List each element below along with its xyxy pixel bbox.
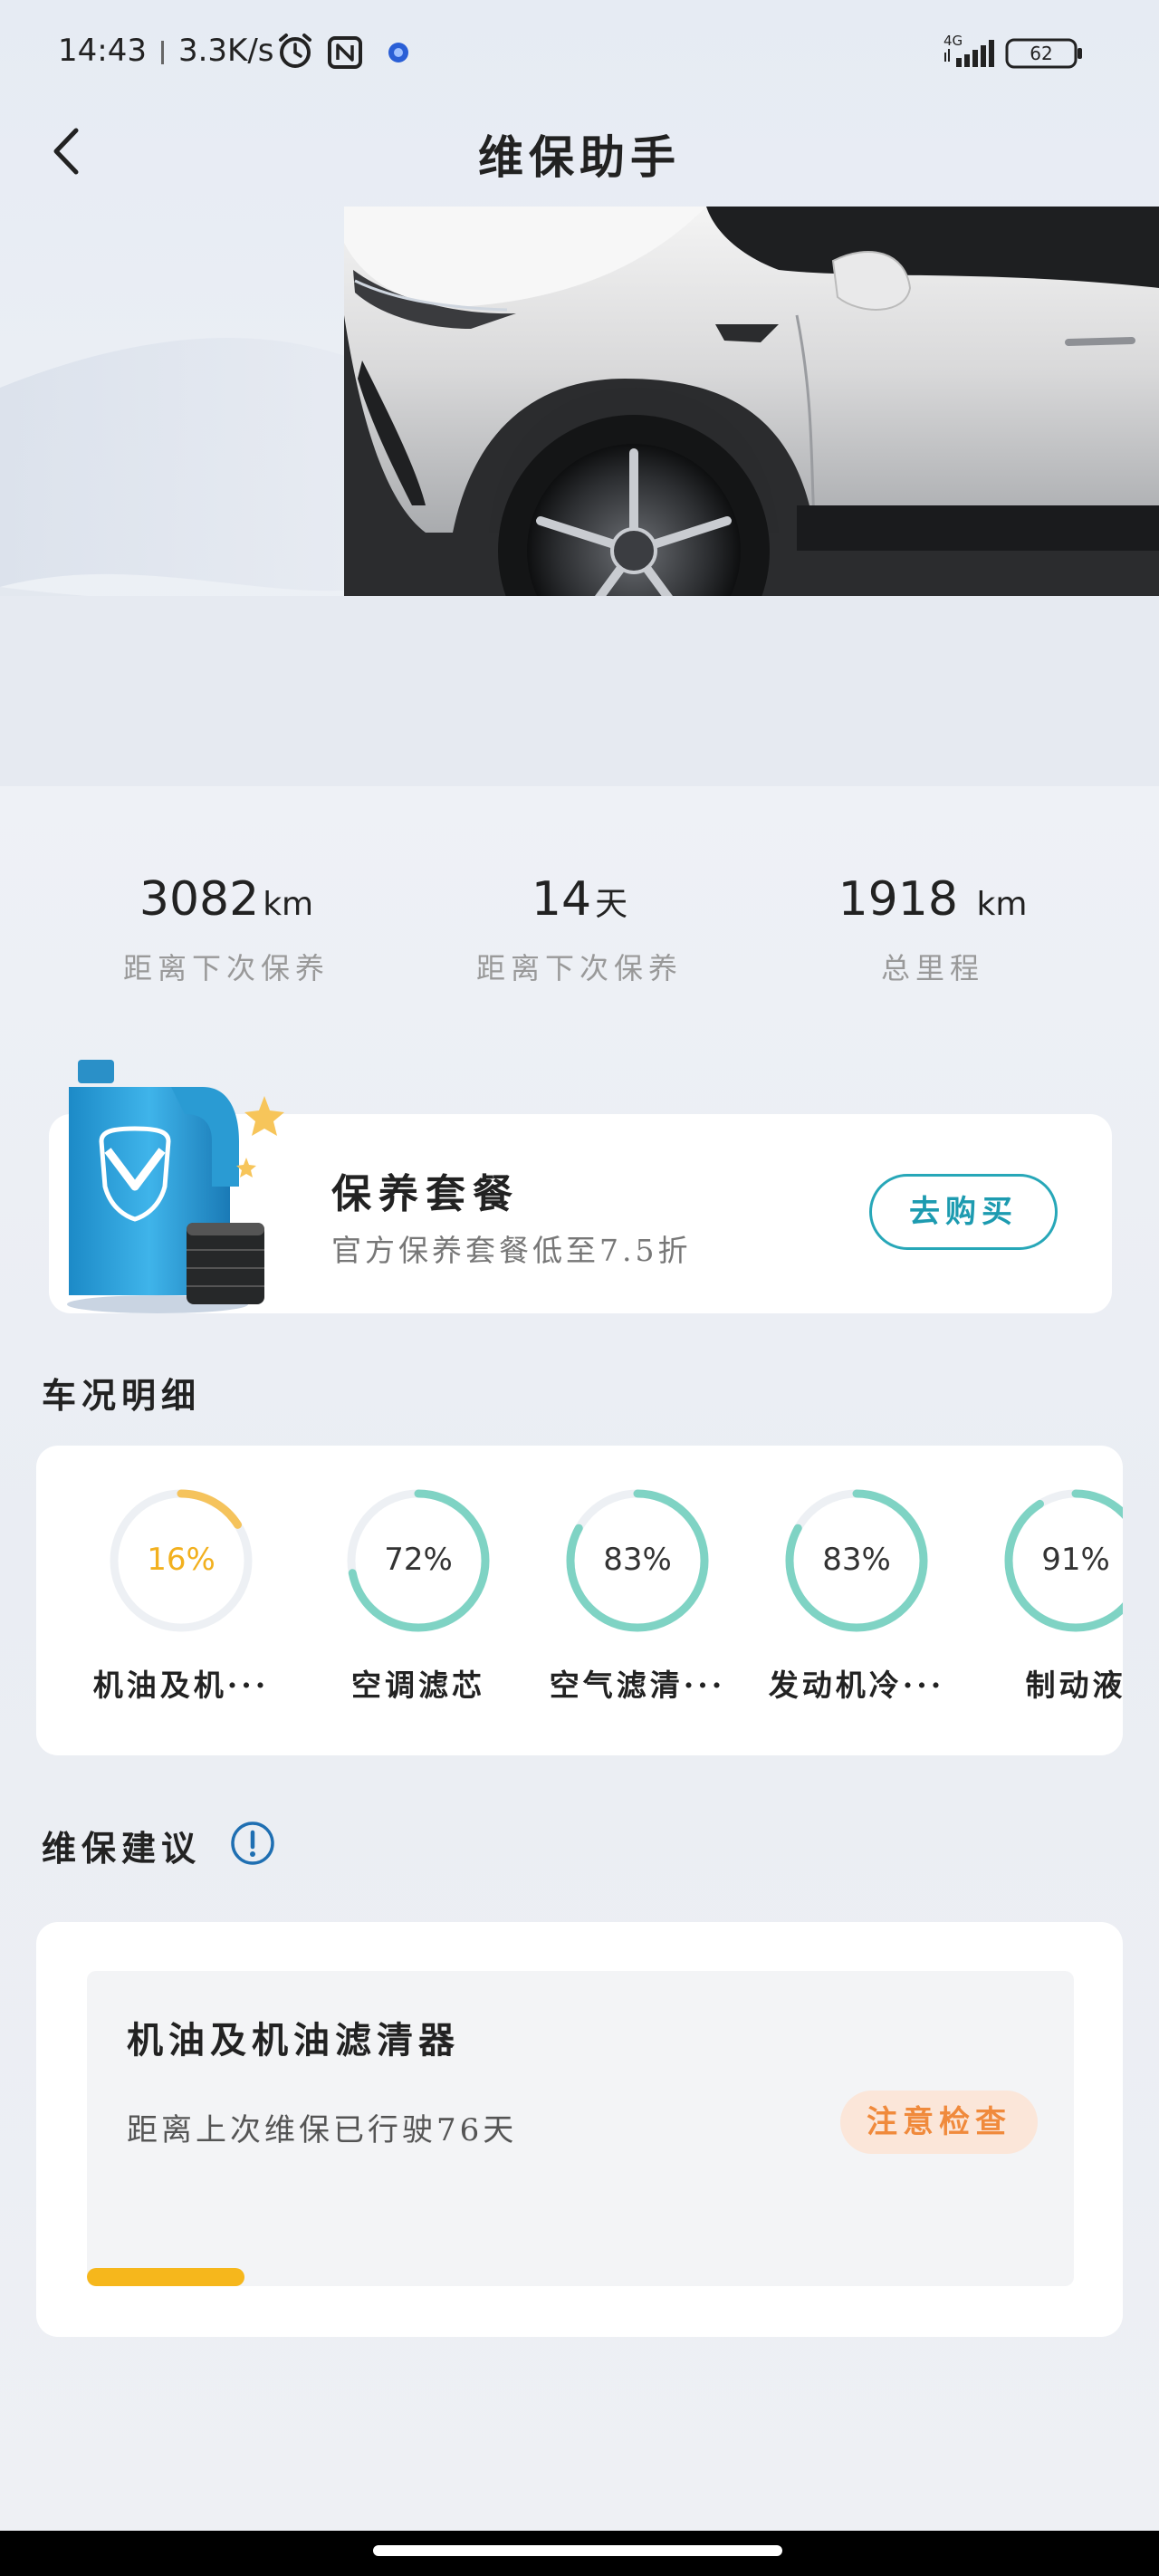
- stat-unit: 天: [595, 886, 628, 923]
- gauge-percent: 72%: [384, 1542, 453, 1578]
- status-net-speed: 3.3K/s: [177, 33, 274, 69]
- gauge-percent: 83%: [603, 1542, 672, 1578]
- gauge-label: 空调滤芯: [351, 1668, 485, 1703]
- signal-battery-icons: 4G 62: [943, 33, 1082, 69]
- status-badge: 注意检查: [840, 2091, 1038, 2154]
- package-title: 保养套餐: [331, 1171, 520, 1217]
- status-icons-left: [273, 33, 418, 72]
- gauge-item[interactable]: 72% 空调滤芯: [310, 1484, 527, 1705]
- suggestion-item-desc: 距离上次维保已行驶76天: [127, 2112, 518, 2148]
- stat-value: 1918: [838, 872, 973, 927]
- stat-value-group: 1918 km: [761, 868, 1105, 937]
- suggestion-progress-fill: [87, 2268, 245, 2286]
- stat-label: 总里程: [880, 951, 984, 985]
- stat-value-group: 3082 km: [54, 868, 398, 937]
- signal-icon: 4G: [943, 33, 994, 67]
- stat-label: 距离下次保养: [475, 951, 683, 985]
- status-separator: [160, 40, 164, 64]
- oil-bottle-icon: [58, 1051, 293, 1322]
- buy-button[interactable]: 去购买: [869, 1174, 1058, 1250]
- system-nav-bar: [0, 2531, 1159, 2576]
- status-time-group: 14:43 3.3K/s: [58, 33, 274, 69]
- car-illustration: [0, 207, 1159, 786]
- gauge-label: 机油及机···: [92, 1668, 270, 1703]
- svg-text:4G: 4G: [943, 33, 963, 49]
- status-bar: 14:43 3.3K/s 4G 62: [0, 0, 1159, 101]
- gauge-item[interactable]: 16% 机油及机···: [72, 1484, 290, 1705]
- package-subtitle: 官方保养套餐低至7.5折: [331, 1233, 692, 1268]
- suggestion-item-title: 机油及机油滤清器: [127, 2019, 460, 2062]
- svg-text:62: 62: [1030, 43, 1052, 64]
- battery-icon: 62: [1005, 38, 1082, 69]
- app-notification-icon: [388, 43, 408, 62]
- stats-row: 3082 km 距离下次保养 14 天 距离下次保养 1918 km 总里程: [0, 868, 1159, 995]
- suggestion-progress-bar: [87, 2268, 1074, 2286]
- app-header: 维保助手: [0, 101, 1159, 207]
- page-title: 维保助手: [478, 130, 681, 184]
- nfc-icon: [328, 36, 362, 69]
- stat-unit: km: [976, 886, 1028, 923]
- gauge-label: 制动液: [1025, 1668, 1123, 1703]
- status-icons-right: 4G 62: [942, 33, 1105, 72]
- suggestion-card: 机油及机油滤清器 距离上次维保已行驶76天 注意检查: [36, 1922, 1123, 2337]
- gauge-item[interactable]: 83% 发动机冷···: [748, 1484, 965, 1705]
- status-time: 14:43: [58, 33, 147, 69]
- stat-total-mileage: 1918 km 总里程: [761, 868, 1105, 987]
- stat-label: 距离下次保养: [122, 951, 330, 985]
- stat-next-maintenance-days: 14 天 距离下次保养: [407, 868, 752, 987]
- stat-value: 14: [531, 872, 592, 927]
- gauge-item[interactable]: 83% 空气滤清···: [529, 1484, 746, 1705]
- alarm-nfc-icons: [279, 34, 408, 69]
- gauge-percent: 83%: [822, 1542, 891, 1578]
- details-section-title: 车况明细: [42, 1375, 202, 1416]
- hero-car-image: [0, 207, 1159, 786]
- gauge-label: 发动机冷···: [768, 1668, 945, 1703]
- gauge-label: 空气滤清···: [549, 1668, 726, 1703]
- home-gesture-handle[interactable]: [373, 2545, 782, 2556]
- gauge-item[interactable]: 91% 制动液: [967, 1484, 1123, 1705]
- suggestion-section-title: 维保建议: [42, 1828, 202, 1869]
- stat-value: 3082: [139, 872, 260, 927]
- info-icon[interactable]: [230, 1821, 275, 1866]
- gauge-percent: 16%: [147, 1542, 216, 1578]
- suggestion-item[interactable]: 机油及机油滤清器 距离上次维保已行驶76天 注意检查: [87, 1971, 1074, 2286]
- gauge-percent: 91%: [1041, 1542, 1110, 1578]
- alarm-icon: [279, 34, 311, 68]
- stat-next-maintenance-distance: 3082 km 距离下次保养: [54, 868, 398, 987]
- vehicle-condition-card: 16% 机油及机··· 72% 空调滤芯 83% 空气滤清··· 83% 发动机冷··· 91%…: [36, 1446, 1123, 1755]
- stat-unit: km: [263, 886, 314, 923]
- stat-value-group: 14 天: [407, 868, 752, 937]
